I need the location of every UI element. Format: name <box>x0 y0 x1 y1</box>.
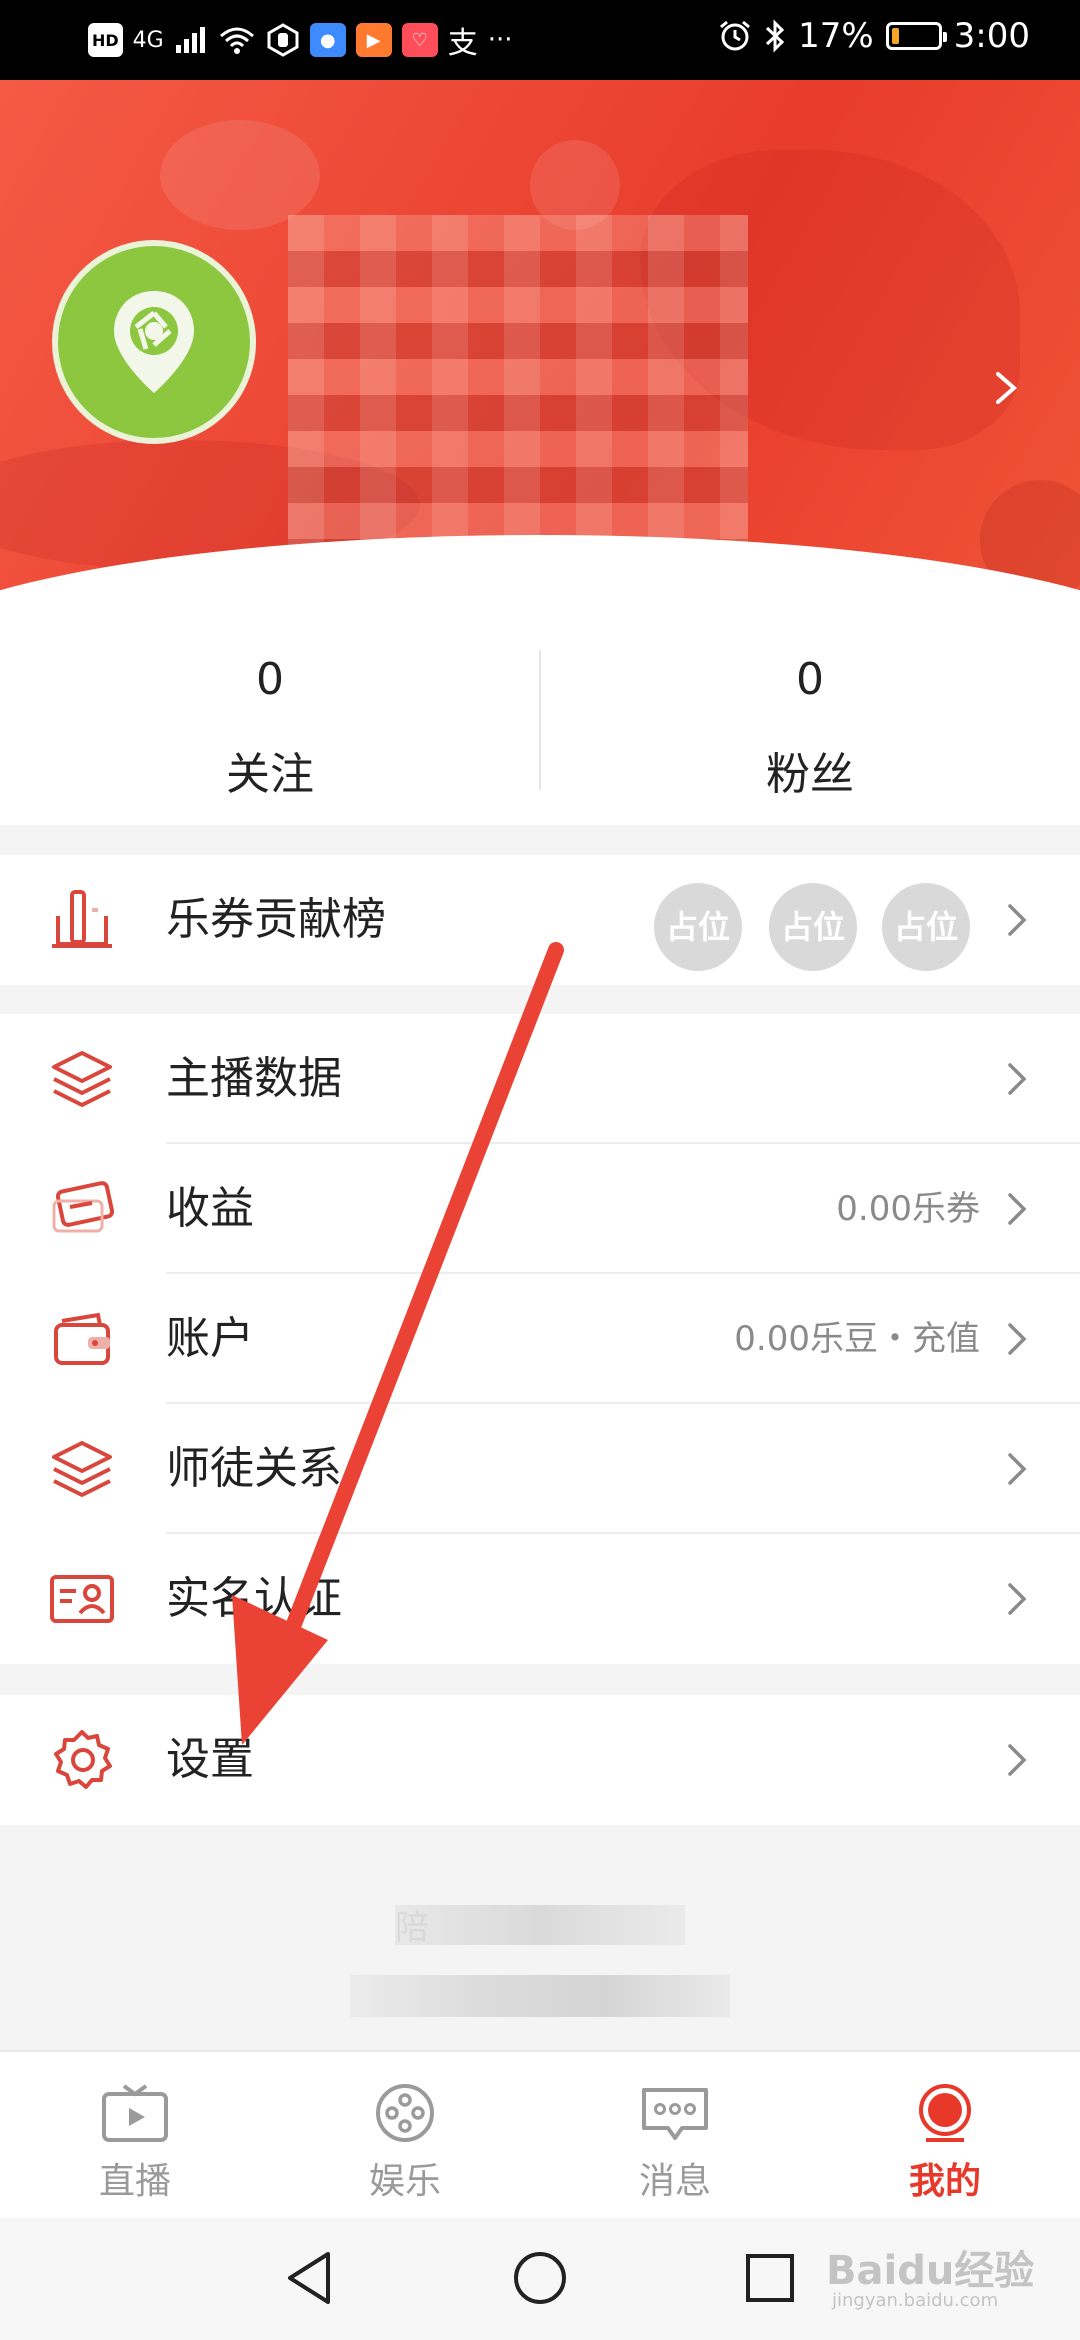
stats-bar: 0 关注 0 粉丝 <box>0 620 1080 825</box>
menu-item-anchor-data[interactable]: 主播数据 <box>0 1014 1080 1144</box>
menu-item-verification[interactable]: 实名认证 <box>0 1534 1080 1664</box>
gear-icon <box>54 1730 112 1789</box>
battery-percent: 17% <box>798 16 874 56</box>
tab-me[interactable]: 我的 <box>810 2052 1080 2220</box>
back-icon[interactable] <box>278 2246 342 2310</box>
chevron-right-icon <box>1008 1193 1027 1225</box>
menu-item-label: 主播数据 <box>166 1053 342 1104</box>
chevron-right-icon[interactable] <box>988 370 1024 406</box>
wallet-icon <box>54 1312 110 1365</box>
recents-icon[interactable] <box>738 2246 802 2310</box>
battery-fill <box>891 28 899 44</box>
contribution-row[interactable]: 乐券贡献榜 占位 占位 占位 <box>0 855 1080 985</box>
fans-label: 粉丝 <box>766 749 854 800</box>
settings-card: 设置 <box>0 1695 1080 1825</box>
menu-item-earnings[interactable]: 收益 0.00乐券 <box>0 1144 1080 1274</box>
tab-messages[interactable]: 消息 <box>540 2052 810 2220</box>
placeholder-badge: 占位 <box>654 883 742 971</box>
tv-icon <box>102 2084 168 2142</box>
wifi-icon <box>219 27 254 54</box>
hd-indicator: HD <box>88 23 123 57</box>
menu-item-label: 实名认证 <box>166 1573 342 1624</box>
status-left: HD 4G ● ▶ ♡ 支 ··· <box>88 18 513 62</box>
contribution-label: 乐券贡献榜 <box>166 894 386 945</box>
signal-icon <box>175 27 205 53</box>
chevron-right-icon <box>1008 1063 1027 1095</box>
baidu-watermark: Baidu经验 <box>826 2248 1035 2294</box>
watermark-url: jingyan.baidu.com <box>832 2290 999 2311</box>
battery-icon <box>885 22 947 50</box>
username-mosaic <box>288 215 748 575</box>
status-right: 17% 3:00 <box>718 16 1030 56</box>
menu-item-value[interactable]: 0.00乐豆・充值 <box>734 1274 980 1404</box>
message-icon <box>642 2088 708 2140</box>
app-screen: HD 4G ● ▶ ♡ 支 ··· 17% 3:00 0 关注 0 粉丝 乐券贡… <box>0 0 1080 2340</box>
following-count: 0 <box>256 654 284 705</box>
play-app-icon: ▶ <box>355 23 392 57</box>
chevron-right-icon <box>1008 1744 1027 1776</box>
chevron-right-icon <box>1008 904 1027 936</box>
avatar[interactable] <box>52 240 256 444</box>
menu-item-label: 师徒关系 <box>166 1443 342 1494</box>
bluetooth-icon <box>766 19 785 53</box>
menu-item-label: 账户 <box>166 1313 254 1364</box>
menu-card: 主播数据 收益 0.00乐券 账户 0.00乐豆・充值 师徒关系 实名认证 <box>0 1014 1080 1664</box>
fans-stat[interactable]: 0 粉丝 <box>540 650 1080 802</box>
menu-item-account[interactable]: 账户 0.00乐豆・充值 <box>0 1274 1080 1404</box>
tab-label: 我的 <box>908 2161 981 2202</box>
camera-pin-icon <box>114 291 194 393</box>
chevron-right-icon <box>1008 1583 1027 1615</box>
tab-entertainment[interactable]: 娱乐 <box>270 2052 540 2220</box>
fans-count: 0 <box>796 654 824 705</box>
home-icon[interactable] <box>508 2246 572 2310</box>
menu-item-value: 0.00乐券 <box>836 1189 980 1229</box>
alipay-icon: 支 <box>447 26 478 61</box>
chevron-right-icon <box>1008 1453 1027 1485</box>
contribution-card: 乐券贡献榜 占位 占位 占位 <box>0 855 1080 985</box>
chevron-right-icon <box>1008 1323 1027 1355</box>
layers-icon <box>52 1441 112 1497</box>
record-dot-icon <box>919 2084 971 2142</box>
placeholder-badge: 占位 <box>769 883 857 971</box>
film-reel-icon <box>376 2084 434 2142</box>
menu-item-settings[interactable]: 设置 <box>0 1695 1080 1825</box>
tab-label: 直播 <box>98 2161 171 2202</box>
huawei-app-icon: ♡ <box>401 23 438 57</box>
bottom-tab-bar: 直播 娱乐 消息 我的 <box>0 2050 1080 2218</box>
more-status-icons: ··· <box>487 25 513 55</box>
network-type: 4G <box>132 27 164 53</box>
profile-header[interactable] <box>0 80 1080 620</box>
menu-item-mentorship[interactable]: 师徒关系 <box>0 1404 1080 1534</box>
blurred-text <box>395 1905 685 1945</box>
layers-icon <box>52 1051 112 1107</box>
profile-app-icon: ● <box>309 23 346 57</box>
tab-label: 娱乐 <box>368 2161 441 2202</box>
hand-app-icon <box>267 23 299 57</box>
alarm-icon <box>720 20 751 51</box>
trophy-bar-icon <box>52 890 112 948</box>
placeholder-badge: 占位 <box>882 883 970 971</box>
following-label: 关注 <box>226 749 314 800</box>
blurred-text <box>350 1975 730 2017</box>
tab-label: 消息 <box>638 2161 711 2202</box>
menu-item-label: 收益 <box>166 1183 254 1234</box>
tab-live[interactable]: 直播 <box>0 2052 270 2220</box>
clock: 3:00 <box>953 16 1030 56</box>
id-card-icon <box>50 1575 114 1623</box>
settings-label: 设置 <box>166 1734 254 1785</box>
ticket-icon <box>52 1181 115 1233</box>
status-bar: HD 4G ● ▶ ♡ 支 ··· 17% 3:00 <box>0 0 1080 80</box>
header-decoration <box>160 120 320 230</box>
following-stat[interactable]: 0 关注 <box>0 650 540 802</box>
